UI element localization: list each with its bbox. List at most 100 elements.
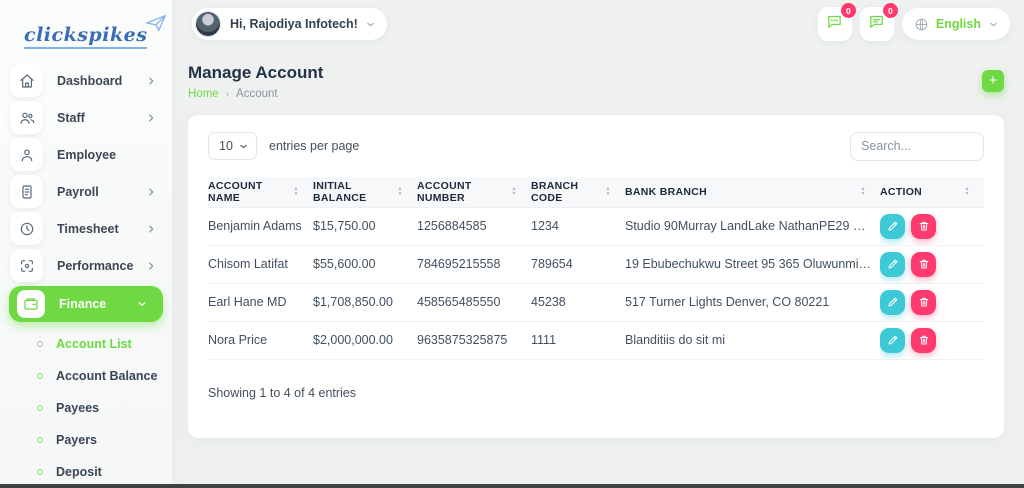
sidebar-item-dashboard[interactable]: Dashboard — [0, 62, 172, 99]
edit-button[interactable] — [880, 252, 905, 277]
entries-per-page-select[interactable]: 10 — [208, 132, 257, 160]
sidebar-subitem-payers[interactable]: Payers — [0, 424, 172, 456]
column-header-account-name[interactable]: ACCOUNT NAME — [208, 177, 313, 207]
chevron-down-icon — [137, 299, 147, 309]
sidebar: clickspikes Dashboard Staff Employee Pay… — [0, 0, 172, 488]
sidebar-item-payroll[interactable]: Payroll — [0, 173, 172, 210]
home-icon — [10, 64, 43, 97]
sidebar-subitem-account-balance[interactable]: Account Balance — [0, 360, 172, 392]
edit-button[interactable] — [880, 328, 905, 353]
search-input[interactable] — [850, 132, 984, 161]
header-actions: 0 0 English — [818, 7, 1010, 41]
sort-icon — [511, 187, 517, 196]
delete-button[interactable] — [911, 214, 936, 239]
column-header-branch-code[interactable]: BRANCH CODE — [531, 177, 625, 207]
edit-button[interactable] — [880, 214, 905, 239]
breadcrumb-home-link[interactable]: Home — [188, 88, 219, 100]
clock-icon — [10, 212, 43, 245]
cell-bank-branch: 19 Ebubechukwu Street 95 365 OluwunmiVil… — [625, 245, 880, 283]
sidebar-subitem-payees[interactable]: Payees — [0, 392, 172, 424]
table-row: Chisom Latifat $55,600.00 784695215558 7… — [208, 245, 984, 283]
user-greeting: Hi, Rajodiya Infotech! — [230, 17, 358, 31]
chevron-down-icon — [366, 20, 375, 29]
breadcrumb-separator: › — [226, 89, 229, 100]
cell-account-name: Nora Price — [208, 321, 313, 359]
chevron-right-icon — [146, 224, 156, 234]
column-header-account-number[interactable]: ACCOUNT NUMBER — [417, 177, 531, 207]
app-screen: clickspikes Dashboard Staff Employee Pay… — [0, 0, 1024, 488]
cell-initial-balance: $55,600.00 — [313, 245, 417, 283]
sidebar-item-staff[interactable]: Staff — [0, 99, 172, 136]
cell-branch-code: 1111 — [531, 321, 625, 359]
user-icon — [10, 138, 43, 171]
globe-icon — [914, 17, 929, 32]
sidebar-item-timesheet[interactable]: Timesheet — [0, 210, 172, 247]
accounts-card: 10 entries per page ACCOUNT NAME INITIAL… — [188, 115, 1004, 438]
add-account-button[interactable]: + — [982, 70, 1004, 92]
sidebar-item-performance[interactable]: Performance — [0, 247, 172, 284]
entries-per-page-label: entries per page — [269, 139, 359, 153]
sidebar-subitem-label: Payers — [56, 433, 97, 447]
cell-account-number: 9635875325875 — [417, 321, 531, 359]
cell-bank-branch: Studio 90Murray LandLake NathanPE29 2HJ — [625, 207, 880, 245]
messages-button[interactable]: 0 — [818, 7, 852, 41]
notifications-button[interactable]: 0 — [860, 7, 894, 41]
table-footer-status: Showing 1 to 4 of 4 entries — [188, 360, 1004, 426]
cell-initial-balance: $1,708,850.00 — [313, 283, 417, 321]
column-header-bank-branch[interactable]: BANK BRANCH — [625, 177, 880, 207]
cell-account-name: Benjamin Adams — [208, 207, 313, 245]
bullet-icon — [37, 437, 43, 443]
column-header-action[interactable]: ACTION — [880, 177, 984, 207]
sidebar-subitem-label: Account List — [56, 337, 132, 351]
cell-account-name: Chisom Latifat — [208, 245, 313, 283]
sidebar-item-label: Timesheet — [57, 222, 119, 236]
column-header-initial-balance[interactable]: INITIAL BALANCE — [313, 177, 417, 207]
paper-plane-icon — [143, 12, 169, 39]
chevron-down-icon — [989, 20, 998, 29]
notifications-badge: 0 — [883, 3, 898, 18]
finance-submenu: Account List Account Balance Payees Paye… — [0, 328, 172, 488]
wallet-icon — [17, 290, 45, 318]
entries-select-value: 10 — [219, 139, 233, 153]
sidebar-subitem-account-list[interactable]: Account List — [0, 328, 172, 360]
chevron-right-icon — [146, 187, 156, 197]
delete-button[interactable] — [911, 290, 936, 315]
brand-name: clickspikes — [24, 24, 147, 49]
sidebar-item-label: Performance — [57, 259, 133, 273]
bullet-icon — [37, 405, 43, 411]
sidebar-item-label: Staff — [57, 111, 85, 125]
sort-icon — [397, 187, 403, 196]
sidebar-item-label: Employee — [57, 148, 116, 162]
document-icon — [10, 175, 43, 208]
cell-branch-code: 1234 — [531, 207, 625, 245]
messages-badge: 0 — [841, 3, 856, 18]
table-row: Earl Hane MD $1,708,850.00 458565485550 … — [208, 283, 984, 321]
chevron-right-icon — [146, 261, 156, 271]
accounts-table: ACCOUNT NAME INITIAL BALANCE ACCOUNT NUM… — [208, 177, 984, 360]
breadcrumb-current: Account — [236, 88, 278, 100]
table-row: Benjamin Adams $15,750.00 1256884585 123… — [208, 207, 984, 245]
delete-button[interactable] — [911, 328, 936, 353]
sidebar-item-label: Finance — [59, 297, 106, 311]
cell-account-number: 1256884585 — [417, 207, 531, 245]
sort-icon — [293, 187, 299, 196]
edit-button[interactable] — [880, 290, 905, 315]
cell-bank-branch: Blanditiis do sit mi — [625, 321, 880, 359]
language-label: English — [936, 17, 981, 31]
user-menu[interactable]: Hi, Rajodiya Infotech! — [192, 8, 387, 40]
avatar — [195, 11, 221, 37]
table-row: Nora Price $2,000,000.00 9635875325875 1… — [208, 321, 984, 359]
sort-icon — [964, 187, 970, 196]
sidebar-subitem-label: Account Balance — [56, 369, 157, 383]
window-bottom-edge — [0, 484, 1024, 488]
sidebar-item-finance[interactable]: Finance — [9, 286, 163, 322]
breadcrumb: Home › Account — [188, 88, 278, 100]
delete-button[interactable] — [911, 252, 936, 277]
language-selector[interactable]: English — [902, 8, 1010, 40]
table-controls: 10 entries per page — [188, 115, 1004, 161]
sidebar-subitem-label: Payees — [56, 401, 99, 415]
sidebar-item-employee[interactable]: Employee — [0, 136, 172, 173]
target-icon — [10, 249, 43, 282]
chevron-down-icon — [239, 142, 248, 151]
brand-logo[interactable]: clickspikes — [24, 12, 169, 49]
